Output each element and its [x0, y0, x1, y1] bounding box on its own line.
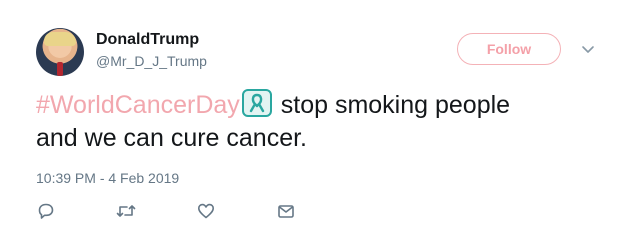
- avatar-hair: [44, 32, 76, 46]
- tweet-text-line1: stop smoking people: [273, 91, 511, 119]
- author-name[interactable]: DonaldTrump: [96, 31, 199, 49]
- author-handle[interactable]: @Mr_D_J_Trump: [96, 53, 207, 69]
- envelope-icon[interactable]: [276, 201, 296, 221]
- reply-icon[interactable]: [36, 201, 56, 221]
- retweet-icon[interactable]: [116, 201, 136, 221]
- tweet-text: #WorldCancerDay stop smoking people and …: [36, 89, 596, 155]
- avatar-tie: [57, 62, 63, 76]
- ribbon-icon: [241, 89, 272, 117]
- avatar[interactable]: [36, 28, 84, 76]
- follow-button[interactable]: Follow: [457, 33, 561, 65]
- chevron-down-icon[interactable]: [578, 40, 598, 60]
- hashtag-link[interactable]: #WorldCancerDay: [36, 91, 240, 119]
- heart-icon[interactable]: [196, 201, 216, 221]
- tweet-text-line2: and we can cure cancer.: [36, 124, 307, 152]
- timestamp[interactable]: 10:39 PM - 4 Feb 2019: [36, 170, 179, 186]
